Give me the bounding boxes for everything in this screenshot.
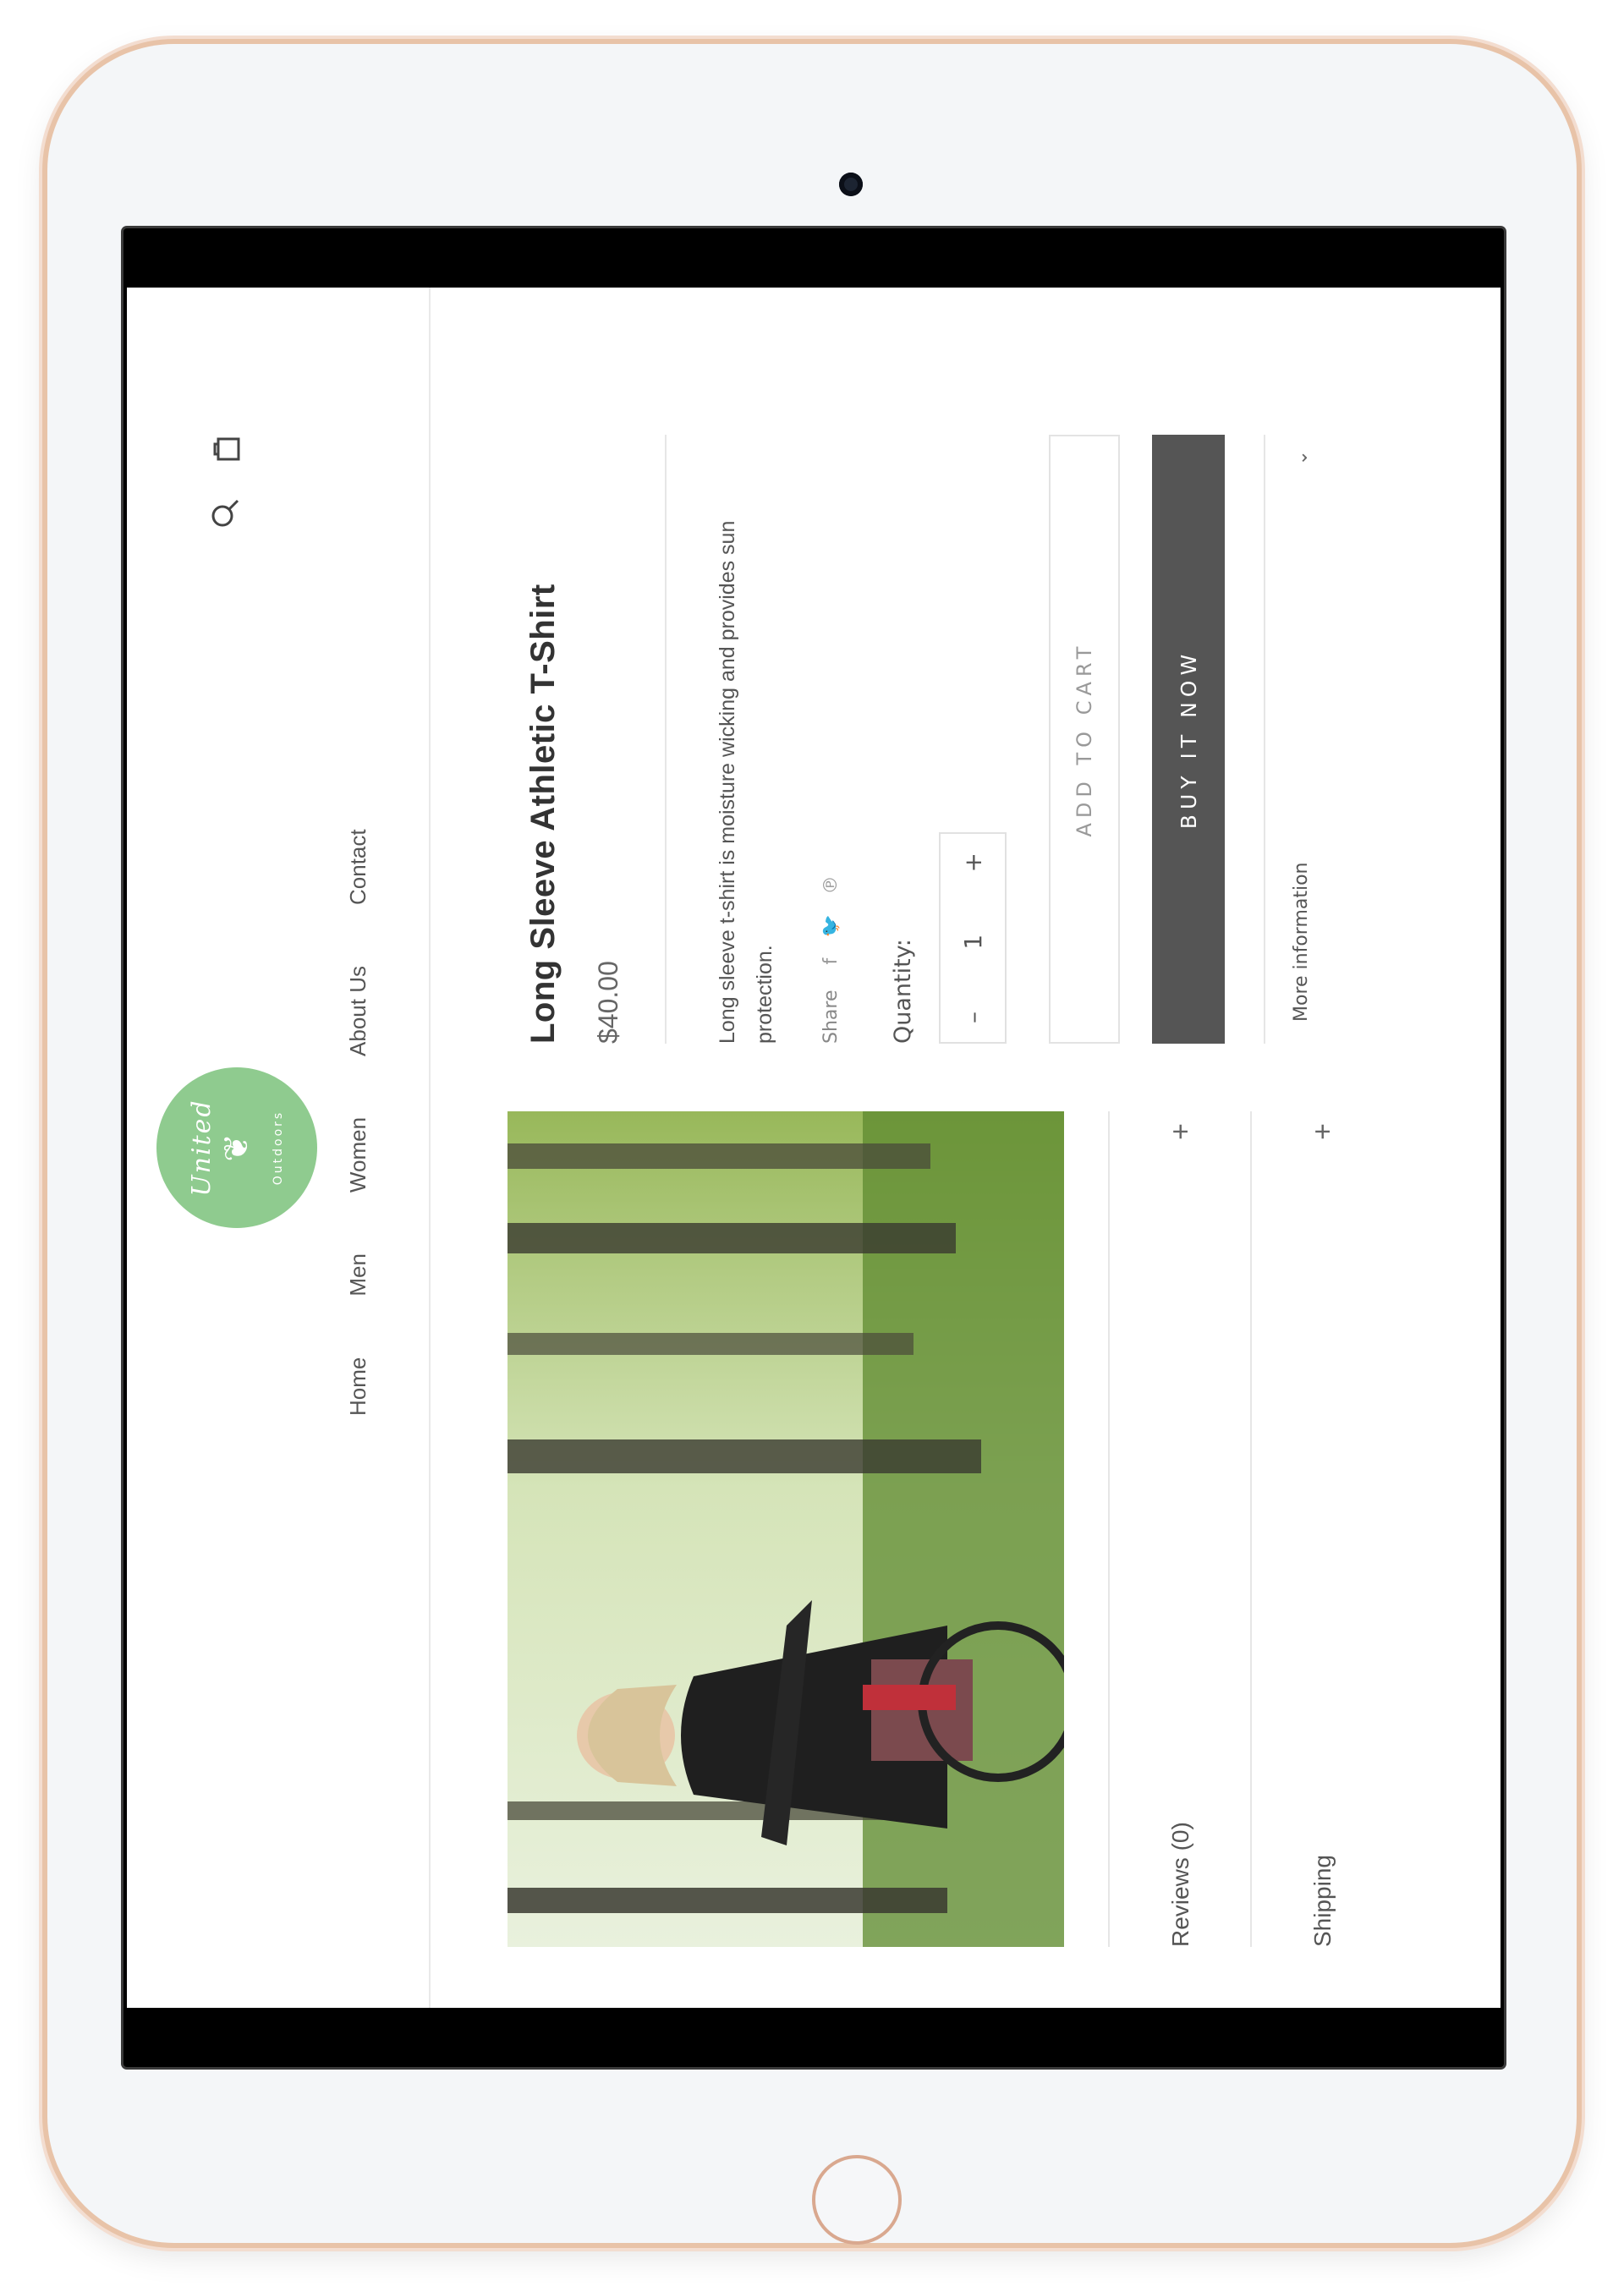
tab-shipping-label: Shipping xyxy=(1309,1855,1336,1947)
plus-icon: + xyxy=(1306,1123,1339,1140)
site-header: United ❦ Outdoors Home Men Women About U… xyxy=(127,288,431,2008)
share-row: Share f 🐦 ℗ xyxy=(820,855,842,1044)
chevron-down-icon: ⌄ xyxy=(1290,450,1312,466)
search-icon[interactable] xyxy=(207,496,243,531)
buy-it-now-button[interactable]: BUY IT NOW xyxy=(1152,435,1225,1044)
nav-about-us[interactable]: About Us xyxy=(345,966,371,1056)
quantity-stepper: – 1 + xyxy=(939,832,1007,1044)
brand-logo[interactable]: United ❦ Outdoors xyxy=(156,1067,317,1228)
logo-sub: Outdoors xyxy=(272,1110,285,1186)
add-to-cart-button[interactable]: ADD TO CART xyxy=(1049,435,1120,1044)
more-information-toggle[interactable]: More information ⌄ xyxy=(1264,435,1336,1044)
quantity-value[interactable]: 1 xyxy=(959,935,987,950)
product-price: $40.00 xyxy=(593,961,623,1044)
nav-men[interactable]: Men xyxy=(345,1253,371,1297)
plus-icon: + xyxy=(1164,1123,1197,1140)
nav-contact[interactable]: Contact xyxy=(345,829,371,905)
product-info: Long Sleeve Athletic T-Shirt $40.00 xyxy=(524,435,624,1044)
nav-home[interactable]: Home xyxy=(345,1357,371,1416)
share-label: Share xyxy=(820,990,842,1045)
front-camera xyxy=(839,173,863,196)
pinterest-icon[interactable]: ℗ xyxy=(820,875,842,894)
facebook-icon[interactable]: f xyxy=(820,958,842,965)
tab-reviews[interactable]: Reviews (0) + xyxy=(1108,1111,1252,1947)
minus-icon[interactable]: – xyxy=(959,1012,987,1023)
plus-icon[interactable]: + xyxy=(959,853,987,872)
product-title: Long Sleeve Athletic T-Shirt xyxy=(524,584,562,1044)
home-button[interactable] xyxy=(812,2155,902,2245)
tab-reviews-label: Reviews (0) xyxy=(1167,1822,1193,1947)
product-page: United ❦ Outdoors Home Men Women About U… xyxy=(127,288,1501,2008)
more-information-label: More information xyxy=(1290,862,1312,1022)
main-nav: Home Men Women About Us Contact xyxy=(345,768,371,1416)
quantity-label: Quantity: xyxy=(890,939,916,1044)
tab-shipping[interactable]: Shipping + xyxy=(1250,1111,1394,1947)
divider xyxy=(665,435,667,1044)
twitter-icon[interactable]: 🐦 xyxy=(820,914,842,937)
header-icons xyxy=(207,431,243,560)
logo-script: United xyxy=(187,1099,217,1197)
product-description: Long sleeve t-shirt is moisture wicking … xyxy=(716,520,776,1044)
branch-icon: ❦ xyxy=(217,1133,256,1162)
bag-icon[interactable] xyxy=(207,431,243,467)
nav-women[interactable]: Women xyxy=(345,1117,371,1193)
product-image xyxy=(508,1111,1064,1947)
